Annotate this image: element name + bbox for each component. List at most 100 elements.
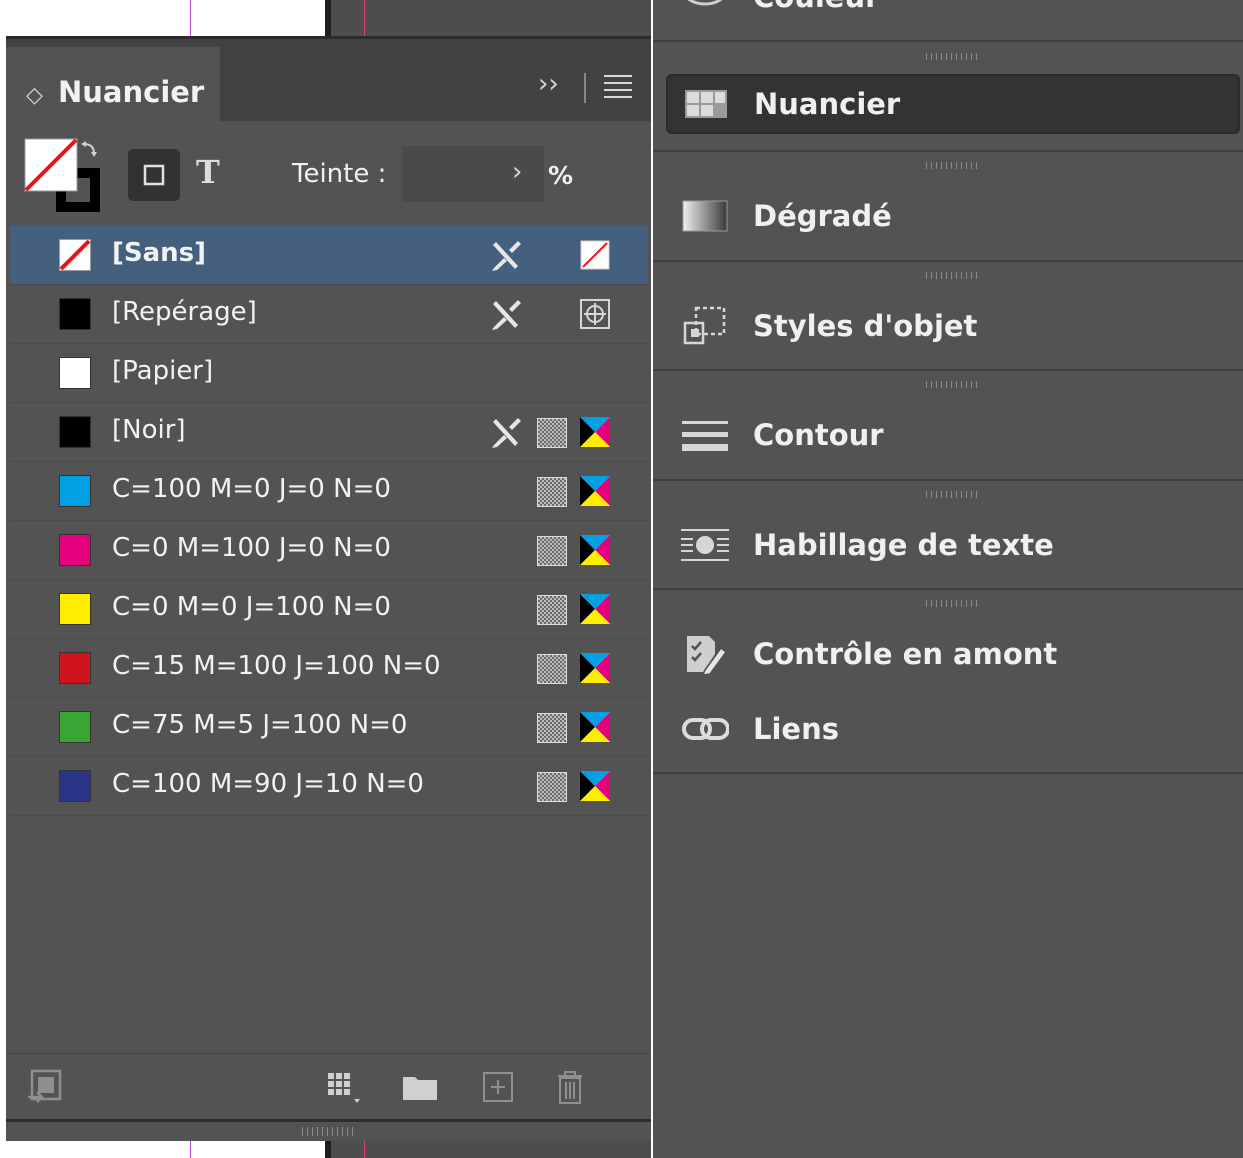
swatch-name: C=0 M=0 J=100 N=0	[112, 592, 391, 622]
collapse-panel-icon[interactable]: ››	[538, 69, 559, 99]
dock-item-controle[interactable]: Contrôle en amont	[653, 624, 1243, 684]
apply-to-container-button[interactable]	[128, 149, 180, 201]
swatches-panel: ◇ Nuancier ›› T Teinte : › % [Sans] [Repé…	[6, 36, 651, 1141]
dock-item-label: Contour	[753, 418, 884, 452]
swatch-row[interactable]: C=75 M=5 J=100 N=0	[10, 698, 648, 757]
stroke-icon	[681, 415, 729, 455]
gradient-icon	[681, 196, 729, 236]
dock-grip[interactable]	[926, 162, 978, 169]
dock-item-label: Liens	[753, 712, 839, 746]
color-icon	[681, 0, 729, 14]
dock-item-label: Styles d'objet	[753, 309, 978, 343]
swatch-name: [Sans]	[112, 238, 207, 268]
swatch-row[interactable]: [Repérage]	[10, 285, 648, 344]
cmyk-mode-icon	[579, 475, 611, 507]
swatch-row[interactable]: [Sans]	[10, 226, 648, 285]
dock-grip[interactable]	[926, 381, 978, 388]
swatch-color-chip	[59, 475, 91, 507]
guide-line	[190, 1138, 191, 1158]
swatch-name: C=100 M=90 J=10 N=0	[112, 769, 424, 799]
text-wrap-icon	[681, 525, 729, 565]
swatch-name: C=15 M=100 J=100 N=0	[112, 651, 441, 681]
pasteboard-bottom	[331, 1138, 651, 1158]
dock-item-couleur-label[interactable]: Couleur	[753, 0, 879, 14]
cmyk-mode-icon	[579, 770, 611, 802]
cmyk-mode-icon	[579, 416, 611, 448]
panel-title: Nuancier	[58, 75, 205, 109]
tint-unit: %	[548, 161, 574, 190]
swatch-view-icon[interactable]	[324, 1067, 364, 1107]
swatch-color-chip	[59, 298, 91, 330]
dock-item-degrade[interactable]: Dégradé	[653, 186, 1243, 246]
tint-field[interactable]	[402, 146, 544, 202]
registration-mode-icon	[579, 298, 611, 330]
swatch-color-chip	[59, 239, 91, 271]
swatch-color-chip	[59, 534, 91, 566]
dock-grip[interactable]	[926, 53, 978, 60]
apply-to-text-button[interactable]: T	[196, 153, 220, 191]
swatch-row[interactable]: [Papier]	[10, 344, 648, 403]
dock-item-label: Dégradé	[753, 199, 892, 233]
dock-grip[interactable]	[926, 272, 978, 279]
tint-label: Teinte :	[292, 159, 387, 189]
dock-item-contour[interactable]: Contour	[653, 405, 1243, 465]
non-editable-icon	[490, 297, 524, 331]
preflight-icon	[681, 634, 729, 676]
swatch-color-chip	[59, 593, 91, 625]
non-editable-icon	[490, 238, 524, 272]
dock-item-styles-objet[interactable]: Styles d'objet	[653, 296, 1243, 356]
process-color-icon	[537, 536, 567, 566]
tint-slider-arrow-icon[interactable]: ›	[512, 157, 522, 187]
panel-resize-area[interactable]	[6, 1122, 651, 1141]
margin-line	[364, 0, 365, 36]
swatch-row[interactable]: C=100 M=0 J=0 N=0	[10, 462, 648, 521]
swatch-row[interactable]: C=0 M=100 J=0 N=0	[10, 521, 648, 580]
swatch-row[interactable]: [Noir]	[10, 403, 648, 462]
trash-icon[interactable]	[550, 1067, 590, 1107]
process-color-icon	[537, 477, 567, 507]
margin-line	[364, 1138, 365, 1158]
dock-grip[interactable]	[926, 600, 978, 607]
swatch-color-chip	[59, 652, 91, 684]
swatch-row[interactable]: C=100 M=90 J=10 N=0	[10, 757, 648, 816]
dock-item-label: Habillage de texte	[753, 528, 1054, 562]
swatch-list: [Sans] [Repérage] [Papier] [Noir] C=100 M=0 …	[10, 226, 648, 816]
tab-nuancier[interactable]: ◇ Nuancier	[6, 47, 220, 121]
new-color-group-icon[interactable]	[400, 1067, 440, 1107]
cmyk-mode-icon	[579, 652, 611, 684]
swatch-name: C=100 M=0 J=0 N=0	[112, 474, 391, 504]
dock-item-nuancier[interactable]: Nuancier	[666, 74, 1240, 134]
collapse-toggle-icon[interactable]: ◇	[26, 83, 43, 108]
dock-item-liens[interactable]: Liens	[653, 699, 1243, 759]
object-styles-icon	[681, 306, 729, 346]
swatch-name: [Noir]	[112, 415, 186, 445]
cmyk-mode-icon	[579, 593, 611, 625]
process-color-icon	[537, 418, 567, 448]
swatch-row[interactable]: C=0 M=0 J=100 N=0	[10, 580, 648, 639]
swatch-name: [Papier]	[112, 356, 214, 386]
pasteboard	[331, 0, 651, 40]
panel-menu-icon[interactable]	[604, 75, 632, 103]
dock-item-habillage[interactable]: Habillage de texte	[653, 515, 1243, 575]
process-color-icon	[537, 772, 567, 802]
swatch-row[interactable]: C=15 M=100 J=100 N=0	[10, 639, 648, 698]
dock-item-label: Contrôle en amont	[753, 637, 1058, 671]
swatch-color-chip	[59, 770, 91, 802]
guide-line	[190, 0, 191, 36]
cmyk-mode-icon	[579, 711, 611, 743]
fill-stroke-widget[interactable]	[24, 138, 106, 218]
swatch-name: C=75 M=5 J=100 N=0	[112, 710, 408, 740]
show-swatch-type-icon[interactable]	[26, 1067, 66, 1107]
none-mode-icon	[579, 239, 611, 271]
panel-dock: Couleur Nuancier Dégradé Styles d'objet …	[653, 0, 1243, 1158]
cmyk-mode-icon	[579, 534, 611, 566]
dock-item-label: Nuancier	[754, 87, 901, 121]
dock-grip[interactable]	[926, 491, 978, 498]
non-editable-icon	[490, 415, 524, 449]
process-color-icon	[537, 713, 567, 743]
new-swatch-icon[interactable]	[478, 1067, 518, 1107]
swatch-color-chip	[59, 711, 91, 743]
swatches-icon	[682, 84, 730, 124]
process-color-icon	[537, 595, 567, 625]
swatch-color-chip	[59, 357, 91, 389]
